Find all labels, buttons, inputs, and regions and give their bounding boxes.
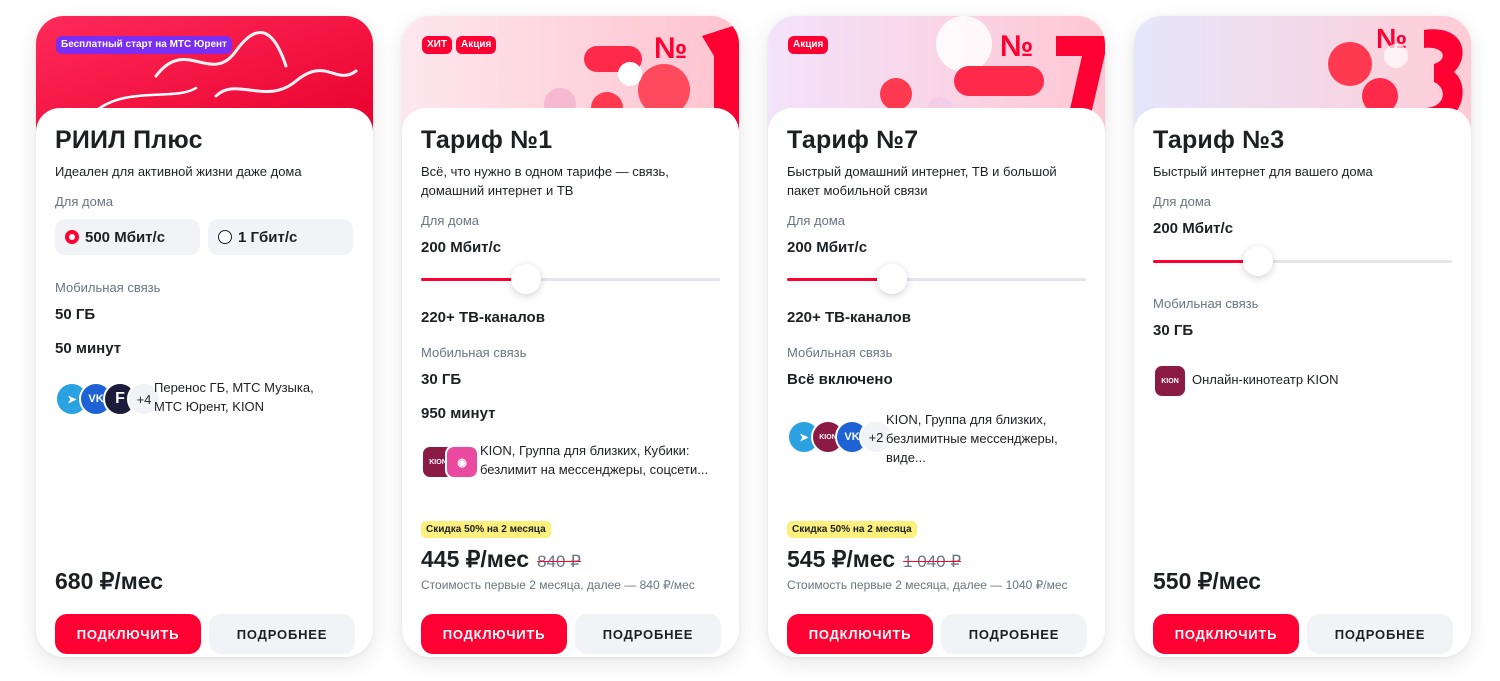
details-button[interactable]: ПОДРОБНЕЕ (575, 614, 721, 654)
slider-fill (421, 278, 526, 281)
price: 550 ₽/мес (1153, 568, 1262, 594)
tariff-title: Тариф №1 (421, 126, 553, 154)
mobile-minutes: 50 минут (55, 340, 122, 357)
details-button[interactable]: ПОДРОБНЕЕ (209, 614, 355, 654)
extras-text: Перенос ГБ, МТС Музыка, МТС Юрент, KION (154, 380, 314, 414)
slider-handle[interactable] (510, 264, 541, 294)
speed-option-label: 500 Мбит/с (85, 228, 166, 246)
mobile-minutes: 950 минут (421, 405, 496, 422)
tariff-card-3: № Тариф №3 Быстрый интернет для вашего д… (1134, 16, 1471, 657)
mobile-data: 50 ГБ (55, 306, 96, 323)
extras-icons: ➤ KION VK +2 (787, 420, 893, 454)
slider-fill (1153, 260, 1258, 263)
tariff-card-riil-plus: Бесплатный старт на МТС Юрент РИИЛ Плюс … (36, 16, 373, 657)
tariff-description: Всё, что нужно в одном тарифе — связь, д… (421, 164, 669, 198)
connect-button[interactable]: ПОДКЛЮЧИТЬ (421, 614, 567, 654)
tariff-card-1: № ХИТ Акция Тариф №1 Всё, что нужно в од… (402, 16, 739, 657)
extras-text: KION, Группа для близких, Кубики: безлим… (480, 443, 709, 477)
mobile-data: 30 ГБ (421, 371, 462, 388)
mobile-label: Мобильная связь (421, 345, 527, 360)
kubiki-icon: ◉ (445, 445, 479, 479)
tv-channels: 220+ ТВ-каналов (421, 309, 545, 326)
price: 445 ₽/мес 840 ₽ (421, 546, 581, 573)
extras-icons: ➤ VK F +4 (55, 382, 161, 416)
price-note: Стоимость первые 2 месяца, далее — 1040 … (787, 578, 1068, 592)
tariff-title: РИИЛ Плюс (55, 126, 203, 154)
current-price: 445 ₽/мес (421, 546, 530, 572)
details-button[interactable]: ПОДРОБНЕЕ (941, 614, 1087, 654)
discount-badge: Скидка 50% на 2 месяца (787, 521, 917, 538)
home-label: Для дома (787, 213, 846, 228)
sale-badge: Акция (788, 36, 829, 54)
discount-badge: Скидка 50% на 2 месяца (421, 521, 551, 538)
extras-text: KION, Группа для близких, безлимитные ме… (886, 412, 1058, 465)
mobile-all-included: Всё включено (787, 371, 893, 388)
mobile-label: Мобильная связь (55, 280, 161, 295)
slider-handle[interactable] (876, 264, 907, 294)
slider-handle[interactable] (1242, 246, 1273, 276)
radio-selected-icon (65, 230, 79, 244)
extras-icons: KION (1153, 364, 1187, 398)
promo-badge: Бесплатный старт на МТС Юрент (56, 36, 232, 54)
speed-option-500[interactable]: 500 Мбит/с (55, 219, 200, 255)
svg-text:№: № (1000, 30, 1033, 63)
tariff-title: Тариф №3 (1153, 126, 1285, 154)
old-price: 1 040 ₽ (903, 552, 962, 571)
price: 680 ₽/мес (55, 568, 164, 594)
connect-button[interactable]: ПОДКЛЮЧИТЬ (55, 614, 201, 654)
tariff-card-7: № Акция Тариф №7 Быстрый домашний интерн… (768, 16, 1105, 657)
tariff-title: Тариф №7 (787, 126, 919, 154)
home-label: Для дома (421, 213, 480, 228)
kion-icon: KION (1153, 364, 1187, 398)
speed-slider[interactable] (787, 264, 1086, 294)
connect-button[interactable]: ПОДКЛЮЧИТЬ (787, 614, 933, 654)
price: 545 ₽/мес 1 040 ₽ (787, 546, 961, 573)
radio-unselected-icon (218, 230, 232, 244)
speed-option-label: 1 Гбит/с (238, 228, 298, 246)
speed-option-1g[interactable]: 1 Гбит/с (208, 219, 353, 255)
tv-channels: 220+ ТВ-каналов (787, 309, 911, 326)
tariff-description: Быстрый домашний интернет, ТВ и большой … (787, 164, 1057, 198)
sale-badge: Акция (455, 36, 497, 54)
svg-text:№: № (654, 32, 687, 65)
old-price: 840 ₽ (537, 552, 581, 571)
extras-text: Онлайн-кинотеатр KION (1192, 372, 1339, 387)
mobile-label: Мобильная связь (787, 345, 893, 360)
home-speed: 200 Мбит/с (787, 239, 868, 256)
home-label: Для дома (1153, 194, 1212, 209)
extras-icons: KION ◉ (421, 445, 479, 479)
tariff-description: Идеален для активной жизни даже дома (55, 164, 302, 179)
connect-button[interactable]: ПОДКЛЮЧИТЬ (1153, 614, 1299, 654)
slider-fill (787, 278, 892, 281)
speed-slider[interactable] (421, 264, 720, 294)
home-label: Для дома (55, 194, 114, 209)
home-speed: 200 Мбит/с (421, 239, 502, 256)
mobile-label: Мобильная связь (1153, 296, 1259, 311)
current-price: 545 ₽/мес (787, 546, 896, 572)
hit-badge: ХИТ (422, 36, 452, 54)
speed-slider[interactable] (1153, 246, 1452, 276)
home-speed: 200 Мбит/с (1153, 220, 1234, 237)
tariff-description: Быстрый интернет для вашего дома (1153, 164, 1373, 179)
price-note: Стоимость первые 2 месяца, далее — 840 ₽… (421, 578, 695, 592)
mobile-data: 30 ГБ (1153, 322, 1194, 339)
details-button[interactable]: ПОДРОБНЕЕ (1307, 614, 1453, 654)
